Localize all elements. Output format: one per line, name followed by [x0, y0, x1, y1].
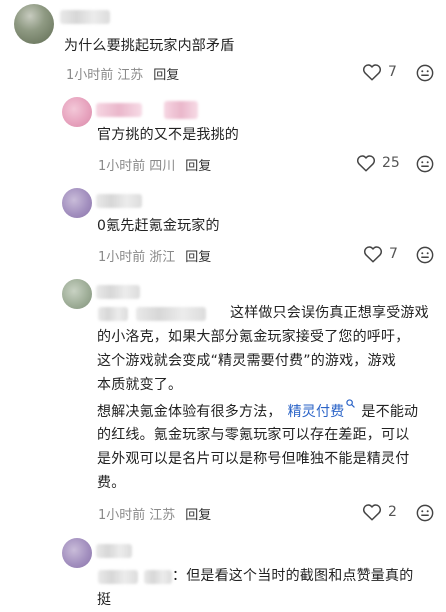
magnifier-superscript-icon — [346, 399, 356, 408]
comment-line: ：但是看这个当时的截图和点赞量真的 — [172, 568, 414, 584]
comment-1: 为什么要挑起玩家内部矛盾 1小时前 江苏 回复 7 — [0, 0, 446, 95]
comment-line: 这样做只会误伤真正想享受游戏 — [230, 305, 429, 321]
comment-line: 费。 — [97, 475, 126, 491]
smiley-face-icon[interactable] — [416, 64, 434, 82]
comment-3: 0氪先赶氪金玩家的 1小时前 浙江 回复 7 — [0, 180, 446, 275]
mention-blurred-1 — [98, 307, 128, 321]
comment-text: 0氪先赶氪金玩家的 — [97, 218, 220, 234]
avatar[interactable] — [62, 538, 92, 568]
comment-meta: 1小时前 江苏 回复 — [66, 64, 179, 83]
comment-4: 这样做只会误伤真正想享受游戏 的小洛克，如果大部分氪金玩家接受了您的呼吁， 这个… — [0, 275, 446, 530]
smiley-face-icon[interactable] — [416, 504, 434, 522]
like-button[interactable]: 25 — [356, 154, 400, 172]
mention-blurred-2 — [144, 570, 172, 584]
username-blurred[interactable] — [96, 285, 140, 299]
comment-location: 江苏 — [117, 68, 144, 83]
comment-time: 1小时前 — [98, 250, 146, 265]
comment-location: 浙江 — [149, 250, 176, 265]
comment-2: 官方挑的又不是我挑的 1小时前 四川 回复 25 — [0, 95, 446, 180]
username-blurred[interactable] — [96, 194, 142, 208]
comment-line: 本质就变了。 — [97, 377, 183, 393]
like-count: 25 — [382, 155, 400, 171]
comment-time: 1小时前 — [66, 68, 114, 83]
comment-time: 1小时前 — [98, 159, 146, 174]
username-blurred[interactable] — [60, 10, 110, 24]
heart-outline-icon — [363, 246, 383, 263]
like-button[interactable]: 2 — [362, 503, 397, 521]
comment-line: 的小洛克，如果大部分氪金玩家接受了您的呼吁， — [97, 329, 410, 345]
reply-button[interactable]: 回复 — [185, 508, 211, 523]
heart-outline-icon — [362, 64, 382, 81]
comment-text: 为什么要挑起玩家内部矛盾 — [64, 38, 235, 54]
comment-5: ：但是看这个当时的截图和点赞量真的 挺 — [0, 530, 446, 608]
like-count: 7 — [389, 246, 398, 262]
search-link-text: 精灵付费 — [287, 404, 345, 420]
mention-blurred-1 — [98, 570, 138, 584]
reply-button[interactable]: 回复 — [185, 159, 211, 174]
username-blurred[interactable] — [96, 103, 142, 117]
comment-time: 1小时前 — [98, 508, 146, 523]
smiley-face-icon[interactable] — [416, 246, 434, 264]
heart-outline-icon — [356, 155, 376, 172]
reply-button[interactable]: 回复 — [185, 250, 211, 265]
comment-location: 江苏 — [149, 508, 176, 523]
avatar[interactable] — [14, 4, 54, 44]
reply-button[interactable]: 回复 — [153, 68, 179, 83]
user-badge-blurred — [164, 101, 198, 119]
comment-line: 的红线。氪金玩家与零氪玩家可以存在差距，可以 — [97, 427, 410, 443]
like-button[interactable]: 7 — [362, 63, 397, 81]
comment-meta: 1小时前 浙江 回复 — [98, 246, 211, 265]
comment-line: 想解决氪金体验有很多方法， 精灵付费 是不能动 — [97, 399, 418, 424]
mention-blurred-2 — [136, 307, 206, 321]
comment-text-prefix: 想解决氪金体验有很多方法， — [97, 404, 282, 420]
comment-location: 四川 — [149, 159, 176, 174]
search-link[interactable]: 精灵付费 — [287, 399, 356, 420]
like-count: 2 — [388, 504, 397, 520]
comment-line: 是外观可以是名片可以是称号但唯独不能是精灵付 — [97, 451, 410, 467]
comment-line: 这个游戏就会变成“精灵需要付费”的游戏，游戏 — [97, 353, 396, 369]
smiley-face-icon[interactable] — [416, 155, 434, 173]
heart-outline-icon — [362, 504, 382, 521]
avatar[interactable] — [62, 279, 92, 309]
comment-meta: 1小时前 四川 回复 — [98, 155, 211, 174]
username-blurred[interactable] — [96, 544, 132, 558]
comment-text: 官方挑的又不是我挑的 — [97, 127, 239, 143]
comment-meta: 1小时前 江苏 回复 — [98, 504, 211, 523]
like-count: 7 — [388, 64, 397, 80]
comment-line: 挺 — [97, 592, 112, 608]
avatar[interactable] — [62, 97, 92, 127]
like-button[interactable]: 7 — [363, 245, 398, 263]
avatar[interactable] — [62, 188, 92, 218]
comment-text-suffix: 是不能动 — [361, 404, 419, 420]
